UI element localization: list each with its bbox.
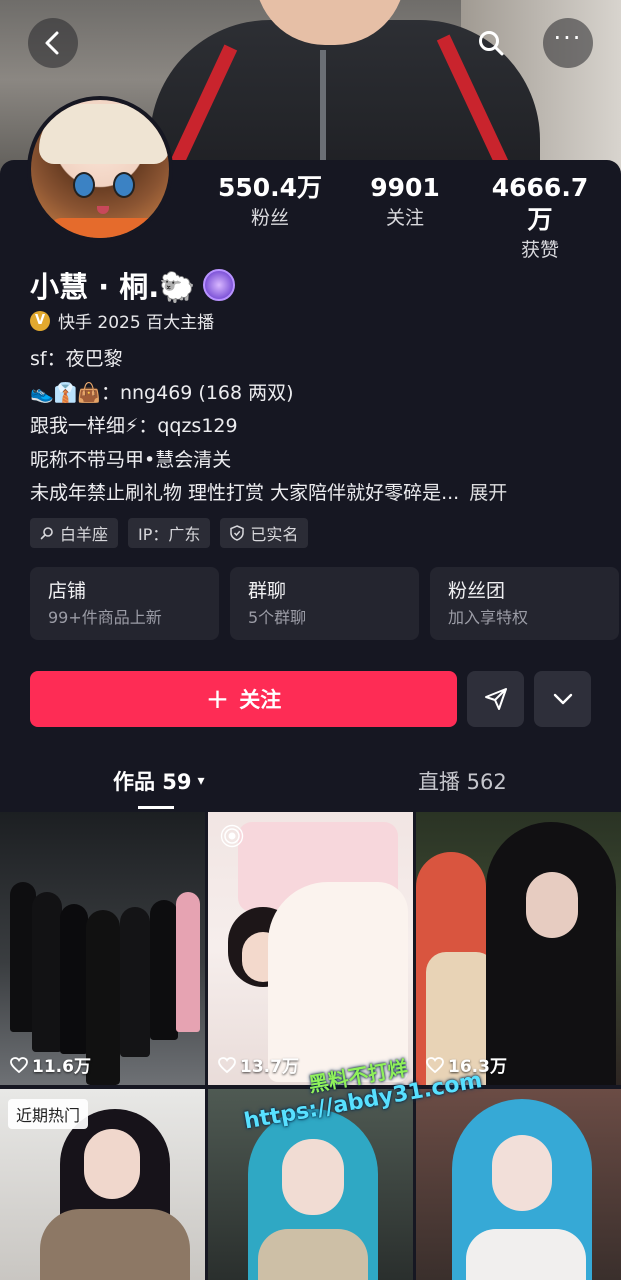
share-button[interactable]	[467, 671, 524, 727]
tile-title: 粉丝团	[448, 580, 506, 602]
tab-works[interactable]: 作品 59 ▾	[113, 766, 205, 796]
like-count-value: 11.6万	[32, 1057, 91, 1077]
verified-icon: V	[30, 310, 50, 331]
live-indicator-icon	[220, 824, 244, 848]
tag-label: 白羊座	[60, 525, 109, 544]
video-thumbnail[interactable]: 近期热门	[0, 1089, 205, 1280]
send-icon	[484, 688, 507, 710]
tile-title: 群聊	[248, 580, 287, 602]
content-tabs: 作品 59 ▾ 直播 562	[0, 752, 621, 812]
plus-icon: +	[205, 682, 230, 715]
profile-stats: 550.4万 粉丝 9901 关注 4666.7万 获赞	[210, 172, 600, 264]
avatar[interactable]	[27, 96, 173, 242]
avatar-eye-left	[73, 172, 95, 198]
bio-line: 跟我一样细⚡：qqzs129	[30, 415, 238, 437]
stat-likes[interactable]: 4666.7万 获赞	[480, 172, 600, 264]
follow-label: 关注	[239, 688, 282, 712]
like-count: 11.6万	[10, 1052, 91, 1077]
verification-row[interactable]: V 快手 2025 百大主播	[30, 308, 214, 333]
search-icon	[479, 31, 504, 56]
active-tab-indicator	[138, 806, 174, 809]
tag-verified: 已实名	[220, 518, 309, 548]
verification-text: 快手 2025 百大主播	[58, 313, 215, 333]
video-thumbnail[interactable]: 13.7万	[208, 812, 413, 1085]
level-badge-icon[interactable]	[203, 269, 236, 301]
tile-title: 店铺	[48, 580, 87, 602]
bio-line: 昵称不带马甲•慧会清关	[30, 448, 232, 471]
heart-icon	[426, 1056, 444, 1073]
bio-expand-link[interactable]: 展开	[469, 482, 507, 504]
video-thumbnail[interactable]	[208, 1089, 413, 1280]
stat-value: 9901	[370, 173, 440, 202]
avatar-hood	[39, 104, 169, 164]
video-thumbnail[interactable]: 16.3万	[416, 812, 621, 1085]
tile-subtitle: 加入享特权	[448, 608, 529, 627]
hot-badge: 近期热门	[8, 1099, 89, 1129]
expand-button[interactable]	[534, 671, 591, 727]
video-grid: 11.6万 13.7万 16.3万 近期热门	[0, 812, 621, 1280]
profile-name: 小慧 · 桐.🐑	[30, 270, 196, 304]
like-count: 16.3万	[426, 1052, 507, 1077]
back-button[interactable]	[28, 18, 78, 68]
video-thumbnail[interactable]: 11.6万	[0, 812, 205, 1085]
tile-group-chat[interactable]: 群聊 5个群聊	[230, 567, 419, 640]
tile-subtitle: 99+件商品上新	[48, 608, 162, 627]
tile-fan-club[interactable]: 粉丝团 加入享特权	[430, 567, 619, 640]
bio-line-last: 未成年禁止刷礼物 理性打赏 大家陪伴就好零碎是... 展开	[30, 477, 600, 511]
heart-icon	[218, 1056, 236, 1073]
stat-label: 关注	[385, 207, 424, 229]
bio-line: 👟👔👜：nng469 (168 两双)	[30, 381, 294, 404]
stat-label: 获赞	[520, 239, 559, 261]
like-count-value: 13.7万	[240, 1057, 299, 1077]
profile-bio: sf：夜巴黎 👟👔👜：nng469 (168 两双) 跟我一样细⚡：qqzs12…	[30, 343, 600, 511]
stat-label: 粉丝	[250, 207, 289, 229]
search-button[interactable]	[466, 18, 516, 68]
more-dots-icon: ···	[553, 24, 583, 52]
stat-value: 4666.7万	[491, 173, 589, 234]
chevron-left-icon	[45, 31, 59, 55]
search-small-icon	[40, 527, 53, 540]
heart-icon	[10, 1056, 28, 1073]
like-count-value: 16.3万	[448, 1057, 507, 1077]
stat-following[interactable]: 9901 关注	[345, 172, 465, 264]
bio-line: sf：夜巴黎	[30, 348, 123, 370]
avatar-eye-right	[113, 172, 135, 198]
tag-zodiac: 白羊座	[30, 518, 119, 548]
tag-ip: IP：广东	[128, 518, 211, 548]
tile-subtitle: 5个群聊	[248, 608, 307, 627]
stat-value: 550.4万	[217, 173, 323, 202]
profile-actions: + 关注	[30, 671, 591, 727]
tag-label: IP：广东	[138, 525, 201, 544]
video-thumbnail[interactable]	[416, 1089, 621, 1280]
tab-works-label: 作品 59	[113, 770, 192, 794]
stat-followers[interactable]: 550.4万 粉丝	[210, 172, 330, 264]
profile-feature-tiles: 店铺 99+件商品上新 群聊 5个群聊 粉丝团 加入享特权	[30, 567, 619, 640]
profile-tags: 白羊座 IP：广东 已实名	[30, 518, 309, 548]
caret-down-icon: ▾	[197, 773, 205, 789]
like-count: 13.7万	[218, 1052, 299, 1077]
tile-shop[interactable]: 店铺 99+件商品上新	[30, 567, 219, 640]
tab-live[interactable]: 直播 562	[418, 766, 507, 796]
avatar-mouth	[97, 206, 109, 214]
chevron-down-icon	[553, 693, 572, 705]
profile-name-row: 小慧 · 桐.🐑	[30, 264, 236, 306]
more-button[interactable]: ···	[543, 18, 593, 68]
follow-button[interactable]: + 关注	[30, 671, 457, 727]
shield-check-icon	[230, 525, 245, 541]
tag-label: 已实名	[250, 525, 299, 544]
bio-line: 未成年禁止刷礼物 理性打赏 大家陪伴就好零碎是...	[30, 482, 460, 504]
